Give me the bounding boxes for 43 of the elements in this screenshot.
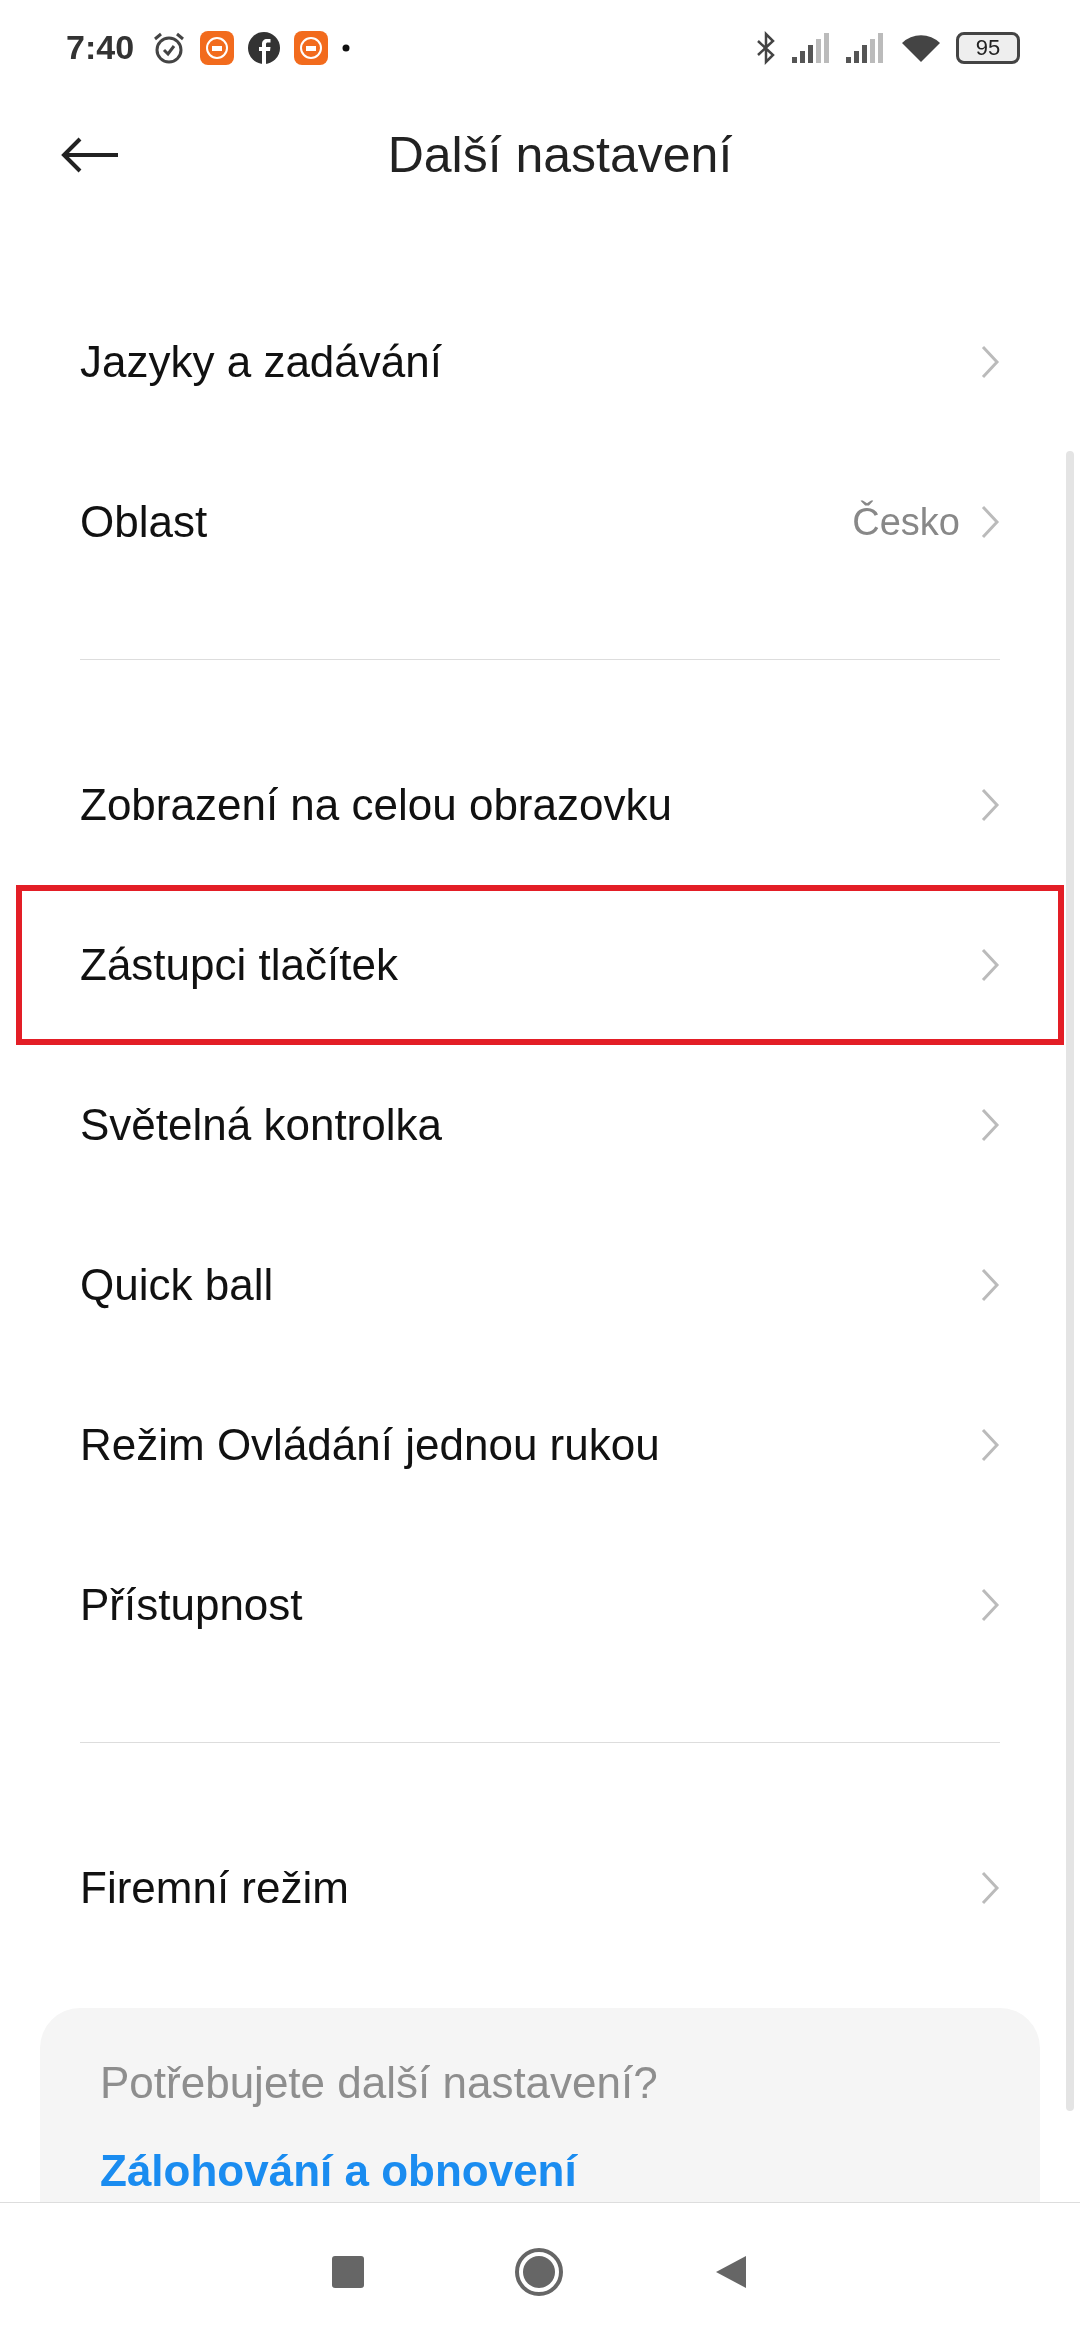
chevron-icon: [980, 344, 1000, 380]
row-label: Přístupnost: [80, 1580, 304, 1630]
settings-row[interactable]: Režim Ovládání jednou rukou: [0, 1365, 1080, 1525]
settings-row[interactable]: Jazyky a zadávání: [0, 282, 1080, 442]
row-value: Česko: [852, 500, 960, 544]
chevron-icon: [980, 504, 1000, 540]
chevron-icon: [980, 1427, 1000, 1463]
home-button[interactable]: [514, 2246, 564, 2297]
row-label: Režim Ovládání jednou rukou: [80, 1420, 661, 1470]
row-label: Zobrazení na celou obrazovku: [80, 780, 673, 830]
highlighted-settings-row[interactable]: Zástupci tlačítek: [16, 885, 1064, 1045]
status-time: 7:40: [66, 28, 135, 67]
chevron-icon: [980, 1587, 1000, 1623]
dot-icon: [342, 43, 351, 52]
row-label: Světelná kontrolka: [80, 1100, 443, 1150]
settings-row[interactable]: Světelná kontrolka: [0, 1045, 1080, 1205]
back-button[interactable]: [714, 2253, 748, 2290]
signal-icon: [792, 32, 832, 63]
page-title: Další nastavení: [386, 126, 734, 184]
alarm-icon: [152, 30, 187, 65]
chevron-icon: [980, 1870, 1000, 1906]
back-arrow-icon[interactable]: [60, 137, 120, 173]
chevron-icon: [980, 947, 1000, 983]
card-question: Potřebujete další nastavení?: [100, 2058, 659, 2108]
settings-row[interactable]: Zobrazení na celou obrazovku: [0, 725, 1080, 885]
chevron-icon: [980, 787, 1000, 823]
row-label: Firemní režim: [80, 1863, 350, 1913]
settings-row[interactable]: Firemní režim: [0, 1808, 1080, 1968]
row-label: Zástupci tlačítek: [80, 940, 399, 990]
signal-icon: [846, 32, 886, 63]
recents-button[interactable]: [332, 2255, 364, 2288]
settings-row[interactable]: Přístupnost: [0, 1525, 1080, 1685]
settings-row[interactable]: Oblast Česko: [0, 442, 1080, 602]
row-label: Jazyky a zadávání: [80, 337, 443, 387]
chevron-icon: [980, 1107, 1000, 1143]
app-icon: [200, 30, 235, 65]
row-label: Quick ball: [80, 1260, 275, 1310]
facebook-icon: [248, 31, 281, 64]
row-label: Oblast: [80, 497, 209, 547]
settings-row[interactable]: Quick ball: [0, 1205, 1080, 1365]
battery-icon: 95: [956, 31, 1020, 64]
chevron-icon: [980, 1267, 1000, 1303]
app-icon: [294, 30, 329, 65]
